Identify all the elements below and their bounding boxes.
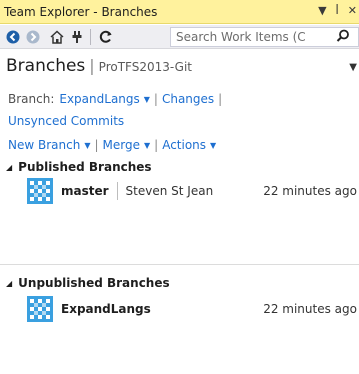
branch-time: 22 minutes ago (263, 184, 357, 198)
dropdown-arrow-icon[interactable]: ▼ (318, 4, 326, 17)
search-placeholder: Search Work Items (C (176, 30, 306, 44)
changes-link[interactable]: Changes (162, 92, 214, 106)
branch-icon (27, 178, 53, 204)
refresh-icon[interactable] (97, 28, 115, 46)
branch-row: Branch: ExpandLangs ▼ | Changes | (8, 92, 226, 106)
search-input[interactable]: Search Work Items (C (170, 27, 359, 47)
close-icon[interactable]: ✕ (348, 4, 357, 17)
branch-item-expandlangs[interactable]: ExpandLangs 22 minutes ago (27, 296, 359, 322)
chevron-down-icon[interactable]: ▼ (144, 141, 150, 150)
branch-name: master (61, 184, 109, 198)
branch-icon (27, 296, 53, 322)
actions-row: New Branch ▼ | Merge ▼ | Actions ▼ (8, 138, 216, 152)
section-divider (0, 264, 359, 265)
collapse-triangle-icon[interactable]: ◢ (6, 163, 12, 172)
link-separator: | (218, 92, 223, 106)
search-icon[interactable] (336, 29, 350, 46)
new-branch-link[interactable]: New Branch (8, 138, 80, 152)
back-icon[interactable] (4, 28, 22, 46)
branch-item-master[interactable]: master Steven St Jean 22 minutes ago (27, 178, 359, 204)
published-branches-header[interactable]: ◢ Published Branches (6, 160, 152, 174)
toolbar-separator (90, 28, 91, 45)
collapse-triangle-icon[interactable]: ◢ (6, 279, 12, 288)
unsynced-row: Unsynced Commits (8, 114, 124, 128)
branch-label: Branch: (8, 92, 55, 106)
merge-link[interactable]: Merge (103, 138, 140, 152)
window-controls: ▼ ꟾ ✕ (318, 4, 357, 17)
branch-name: ExpandLangs (61, 302, 151, 316)
page-header: Branches | ProTFS2013-Git (6, 56, 192, 76)
chevron-down-icon[interactable]: ▼ (84, 141, 90, 150)
pin-icon[interactable]: ꟾ (336, 4, 339, 17)
unpublished-branches-header[interactable]: ◢ Unpublished Branches (6, 276, 170, 290)
page-title: Branches (6, 56, 86, 76)
forward-icon[interactable] (24, 28, 42, 46)
link-separator: | (94, 138, 99, 152)
chevron-down-icon[interactable]: ▼ (210, 141, 216, 150)
branch-separator (116, 182, 118, 200)
link-separator: | (154, 138, 159, 152)
current-branch-link[interactable]: ExpandLangs (59, 92, 139, 106)
toolbar: Search Work Items (C (0, 25, 359, 49)
branch-time: 22 minutes ago (263, 302, 357, 316)
chevron-down-icon[interactable]: ▼ (144, 95, 150, 104)
header-dropdown-icon[interactable]: ▼ (349, 62, 357, 73)
header-separator: | (89, 56, 95, 75)
connect-icon[interactable] (68, 28, 86, 46)
title-bar: Team Explorer - Branches ▼ ꟾ ✕ (0, 0, 359, 24)
home-icon[interactable] (48, 28, 66, 46)
actions-link[interactable]: Actions (162, 138, 206, 152)
branch-author: Steven St Jean (125, 184, 214, 198)
published-branches-heading: Published Branches (18, 160, 152, 174)
unpublished-branches-heading: Unpublished Branches (18, 276, 170, 290)
window-title: Team Explorer - Branches (4, 4, 158, 19)
link-separator: | (153, 92, 158, 106)
unsynced-commits-link[interactable]: Unsynced Commits (8, 114, 124, 128)
project-name: ProTFS2013-Git (98, 60, 192, 74)
